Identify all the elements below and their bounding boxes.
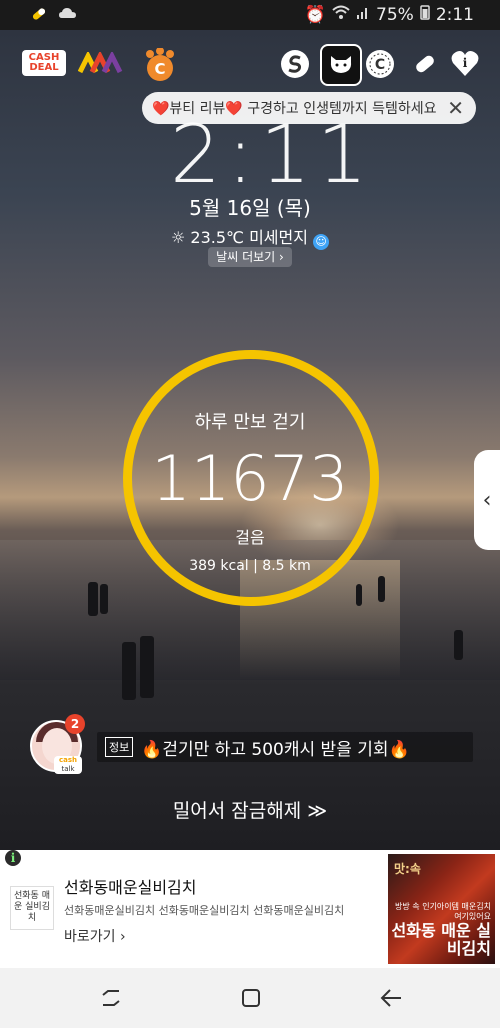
status-time: 2:11 <box>435 4 474 25</box>
top-app-icons: CASH DEAL C C i <box>0 44 500 86</box>
back-icon[interactable] <box>376 986 406 1010</box>
ad-link[interactable]: 바로가기 › <box>64 926 126 946</box>
ad-image-text-2: 방방 속 인기아이템 매운김치 여기있어요 <box>395 902 491 921</box>
wifi-icon <box>332 4 350 25</box>
c-coin-icon[interactable]: C <box>365 49 395 79</box>
person-silhouette <box>88 582 98 616</box>
svg-text:C: C <box>375 57 385 73</box>
pill-icon[interactable] <box>410 49 440 79</box>
cashdeal-label-2: DEAL <box>29 62 59 73</box>
s-logo-icon[interactable] <box>280 49 310 79</box>
ad-image[interactable]: 맛:속 방방 속 인기아이템 매운김치 여기있어요 선화동 매운 실비김치 <box>388 854 495 964</box>
battery-percent: 75% <box>376 4 414 25</box>
battery-icon <box>420 4 430 25</box>
ad-title: 선화동매운실비김치 <box>64 878 197 897</box>
cat-icon[interactable] <box>320 44 362 86</box>
svg-text:i: i <box>463 56 468 70</box>
recent-apps-icon[interactable] <box>96 986 126 1010</box>
chevron-left-icon: ‹ <box>482 487 492 513</box>
pill-notification-icon <box>30 5 48 28</box>
notification-badge: 2 <box>65 714 85 734</box>
steps-meta: 389 kcal | 8.5 km <box>189 558 311 574</box>
person-silhouette <box>356 584 362 606</box>
home-icon[interactable] <box>236 986 266 1010</box>
alarm-mute-icon: ⏰ <box>304 4 327 25</box>
svg-text:C: C <box>154 60 165 78</box>
person-silhouette <box>140 636 154 698</box>
side-panel-handle[interactable]: ‹ <box>474 450 500 550</box>
ad-banner[interactable]: i 선화동 매운 실비김치 선화동매운실비김치 선화동매운실비김치 선화동매운실… <box>0 850 500 968</box>
steps-unit: 걸음 <box>235 528 265 547</box>
lock-screen: ⏰ 75% 2:11 CASH DEAL C C i ❤️뷰티 리뷰❤️ 구경하… <box>0 0 500 1028</box>
steps-title: 하루 만보 걷기 <box>194 412 306 433</box>
notice-text: 🔥걷기만 하고 500캐시 받을 기회🔥 <box>141 739 410 760</box>
weather-notification-icon <box>58 5 78 28</box>
person-silhouette <box>378 576 385 602</box>
heart-info-icon[interactable]: i <box>450 48 480 78</box>
weather-more-button[interactable]: 날씨 더보기 › <box>208 247 292 267</box>
person-silhouette <box>454 630 463 660</box>
m-logo-icon[interactable] <box>78 52 126 76</box>
notice-tag: 정보 <box>105 737 134 757</box>
navigation-bar <box>0 968 500 1028</box>
status-bar: ⏰ 75% 2:11 <box>0 0 500 30</box>
ad-description: 선화동매운실비김치 선화동매운실비김치 선화동매운실비김치 <box>64 904 345 917</box>
cashdeal-icon[interactable]: CASH DEAL <box>22 50 66 76</box>
notice-bar[interactable]: 정보 🔥걷기만 하고 500캐시 받을 기회🔥 <box>97 732 473 762</box>
lock-clock: 2:11 <box>170 108 374 201</box>
ad-image-text-1: 맛:속 <box>394 862 421 876</box>
lock-date: 5월 16일 (목) <box>189 196 311 220</box>
person-silhouette <box>122 642 136 700</box>
signal-icon <box>356 4 370 25</box>
weather-text: ☼ 23.5℃ 미세먼지 <box>170 228 308 247</box>
smile-face-icon: ☺ <box>313 234 330 250</box>
cashtalk-label: cash talk <box>54 756 82 774</box>
ad-image-text-3: 선화동 매운 실비김치 <box>391 921 491 958</box>
cashtalk-label-1: cash <box>58 756 78 764</box>
slide-to-unlock[interactable]: 밀어서 잠금해제 ≫ <box>0 796 500 823</box>
paw-c-icon[interactable]: C <box>142 48 178 82</box>
steps-count: 11673 <box>151 442 349 515</box>
person-silhouette <box>100 584 108 614</box>
close-icon[interactable]: ✕ <box>447 96 464 120</box>
ad-logo: 선화동 매운 실비김치 <box>10 886 54 930</box>
info-icon[interactable]: i <box>5 850 21 866</box>
cashtalk-label-2: talk <box>61 765 75 773</box>
